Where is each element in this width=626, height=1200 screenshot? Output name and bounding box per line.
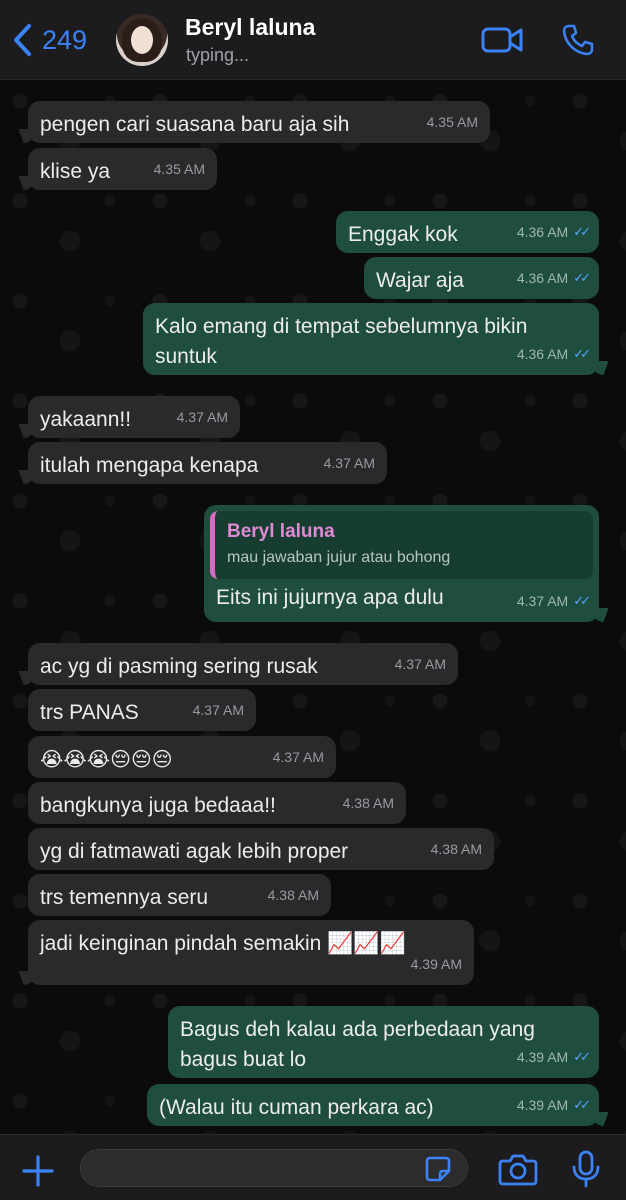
message-time: 4.35 AM [153,161,205,177]
message-text: ac yg di pasming sering rusak [40,655,318,678]
camera-icon [498,1154,538,1186]
message-time: 4.38 AM [342,795,394,811]
message-text: jadi keinginan pindah semakin 📈📈📈 [40,932,406,955]
message-bubble[interactable]: Enggak kok 4.36 AM ✓✓ [336,211,599,253]
read-ticks-icon: ✓✓ [573,593,591,608]
unread-count: 249 [42,24,88,55]
message-time: 4.36 AM ✓✓ [517,217,591,247]
message-bubble[interactable]: ac yg di pasming sering rusak 4.37 AM [28,643,458,685]
contact-name[interactable]: Beryl laluna [185,14,315,41]
contact-status: typing... [186,45,250,65]
video-call-button[interactable] [480,20,524,60]
contact-avatar[interactable] [116,14,168,66]
message-bubble[interactable]: trs temennya seru 4.38 AM [28,874,331,916]
sticker-button[interactable] [424,1155,452,1183]
read-ticks-icon: ✓✓ [573,1049,591,1064]
quoted-message[interactable]: Beryl laluna mau jawaban jujur atau boho… [210,511,593,579]
message-time: 4.37 AM [323,455,375,471]
attach-button[interactable] [18,1151,58,1191]
phone-icon [562,24,594,56]
composer-bar [0,1134,626,1200]
message-bubble[interactable]: itulah mengapa kenapa 4.37 AM [28,442,387,484]
message-bubble[interactable]: klise ya 4.35 AM [28,148,217,190]
message-time: 4.36 AM ✓✓ [517,263,591,293]
message-text: yg di fatmawati agak lebih proper [40,840,349,863]
voice-call-button[interactable] [556,20,600,60]
message-time: 4.37 AM [176,409,228,425]
message-bubble[interactable]: yakaann!! 4.37 AM [28,396,240,438]
message-time: 4.38 AM [267,887,319,903]
message-time: 4.35 AM [426,114,478,130]
message-time: 4.38 AM [430,841,482,857]
reply-message-bubble[interactable]: Beryl laluna mau jawaban jujur atau boho… [204,505,599,622]
plus-icon [22,1155,54,1187]
message-bubble[interactable]: bangkunya juga bedaaa!! 4.38 AM [28,782,406,824]
message-bubble[interactable]: yg di fatmawati agak lebih proper 4.38 A… [28,828,494,870]
quoted-text: mau jawaban jujur atau bohong [227,549,451,566]
camera-button[interactable] [498,1151,538,1187]
message-bubble[interactable]: trs PANAS 4.37 AM [28,689,256,731]
video-call-icon [481,27,523,53]
read-ticks-icon: ✓✓ [573,1097,591,1112]
message-bubble[interactable]: 😭😭😭😔😔😔 4.37 AM [28,736,336,778]
message-time: 4.37 AM [272,749,324,765]
message-bubble[interactable]: Wajar aja 4.36 AM ✓✓ [364,257,599,299]
message-bubble[interactable]: pengen cari suasana baru aja sih 4.35 AM [28,101,490,143]
message-time: 4.37 AM [192,702,244,718]
back-chevron-icon [14,24,31,56]
message-bubble[interactable]: Bagus deh kalau ada perbedaan yang bagus… [168,1006,599,1078]
message-text: pengen cari suasana baru aja sih [40,113,350,136]
voice-message-button[interactable] [566,1149,606,1189]
back-button[interactable]: 249 [10,20,87,60]
message-text: bangkunya juga bedaaa!! [40,794,276,817]
message-time: 4.39 AM [410,956,462,972]
chat-messages[interactable]: pengen cari suasana baru aja sih 4.35 AM… [0,81,626,1134]
message-time: 4.37 AM [394,656,446,672]
message-input[interactable] [80,1149,468,1187]
message-bubble[interactable]: (Walau itu cuman perkara ac) 4.39 AM ✓✓ [147,1084,599,1126]
microphone-icon [572,1150,600,1188]
read-ticks-icon: ✓✓ [573,346,591,361]
chat-header: 249 Beryl laluna typing... [0,0,626,80]
read-ticks-icon: ✓✓ [573,224,591,239]
message-time: 4.37 AM ✓✓ [517,586,591,616]
message-bubble[interactable]: Kalo emang di tempat sebelumnya bikin su… [143,303,599,375]
read-ticks-icon: ✓✓ [573,270,591,285]
message-time: 4.36 AM ✓✓ [517,339,591,369]
message-time: 4.39 AM ✓✓ [517,1042,591,1072]
sticker-icon [425,1156,451,1182]
message-time: 4.39 AM ✓✓ [517,1090,591,1120]
message-bubble[interactable]: jadi keinginan pindah semakin 📈📈📈 4.39 A… [28,920,474,985]
quoted-sender: Beryl laluna [227,521,335,542]
